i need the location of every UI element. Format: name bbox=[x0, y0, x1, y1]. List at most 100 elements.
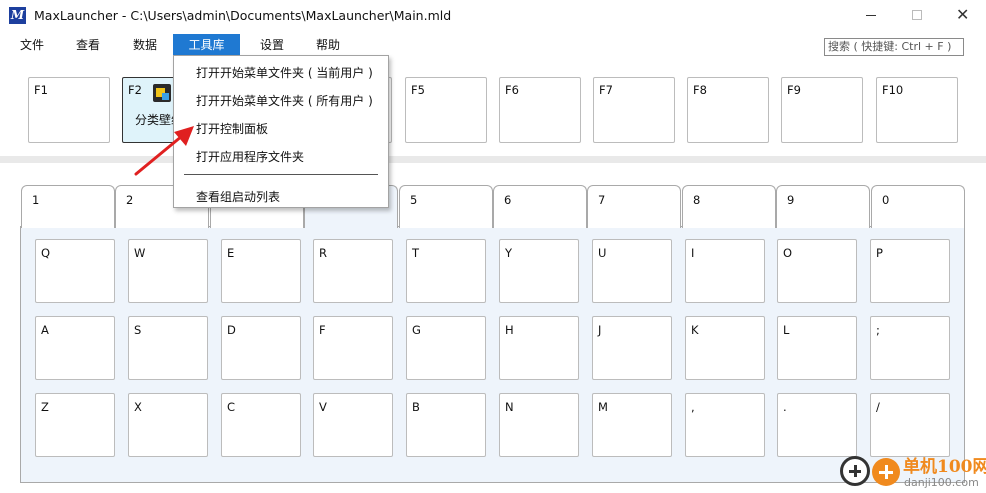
tab-5[interactable]: 5 bbox=[399, 185, 493, 228]
key-semicolon[interactable]: ; bbox=[870, 316, 950, 380]
tab-7[interactable]: 7 bbox=[587, 185, 681, 228]
key-m[interactable]: M bbox=[592, 393, 672, 457]
menu-view-group-startup-list[interactable]: 查看组启动列表 bbox=[196, 188, 280, 205]
fkey-f1[interactable]: F1 bbox=[28, 77, 110, 143]
key-label: F bbox=[319, 323, 326, 337]
fkey-f5[interactable]: F5 bbox=[405, 77, 487, 143]
fkey-f6[interactable]: F6 bbox=[499, 77, 581, 143]
menu-open-apps-folder[interactable]: 打开应用程序文件夹 bbox=[196, 148, 304, 165]
tab-6[interactable]: 6 bbox=[493, 185, 587, 228]
tab-label: 2 bbox=[126, 193, 134, 207]
key-u[interactable]: U bbox=[592, 239, 672, 303]
tab-label: 1 bbox=[32, 193, 40, 207]
annotation-arrow-icon bbox=[134, 126, 194, 176]
key-label: X bbox=[134, 400, 142, 414]
fkey-f10[interactable]: F10 bbox=[876, 77, 958, 143]
menu-open-control-panel[interactable]: 打开控制面板 bbox=[196, 120, 268, 137]
key-label: F6 bbox=[505, 83, 519, 97]
key-label: Q bbox=[41, 246, 51, 260]
maximize-button[interactable] bbox=[894, 0, 940, 30]
key-period[interactable]: . bbox=[777, 393, 857, 457]
menu-open-start-menu-all-users[interactable]: 打开开始菜单文件夹 ( 所有用户 ) bbox=[196, 92, 373, 109]
key-t[interactable]: T bbox=[406, 239, 486, 303]
key-comma[interactable]: , bbox=[685, 393, 765, 457]
tab-9[interactable]: 9 bbox=[776, 185, 870, 228]
key-slash[interactable]: / bbox=[870, 393, 950, 457]
key-i[interactable]: I bbox=[685, 239, 765, 303]
key-v[interactable]: V bbox=[313, 393, 393, 457]
key-label: F9 bbox=[787, 83, 801, 97]
search-input[interactable]: 搜索 ( 快捷键: Ctrl + F ) bbox=[824, 38, 964, 56]
key-label: U bbox=[598, 246, 607, 260]
key-label: G bbox=[412, 323, 421, 337]
key-label: / bbox=[876, 400, 880, 414]
key-label: Y bbox=[505, 246, 513, 260]
tab-label: 8 bbox=[693, 193, 701, 207]
key-w[interactable]: W bbox=[128, 239, 208, 303]
key-f[interactable]: F bbox=[313, 316, 393, 380]
wallpaper-app-icon bbox=[153, 84, 171, 102]
key-g[interactable]: G bbox=[406, 316, 486, 380]
key-z[interactable]: Z bbox=[35, 393, 115, 457]
tab-label: 0 bbox=[882, 193, 890, 207]
key-label: L bbox=[783, 323, 790, 337]
key-label: W bbox=[134, 246, 146, 260]
key-label: K bbox=[691, 323, 699, 337]
key-label: A bbox=[41, 323, 49, 337]
key-h[interactable]: H bbox=[499, 316, 579, 380]
menu-help[interactable]: 帮助 bbox=[308, 34, 348, 56]
watermark-plus-orange-icon bbox=[872, 458, 900, 486]
key-r[interactable]: R bbox=[313, 239, 393, 303]
key-label: D bbox=[227, 323, 236, 337]
watermark-plus-icon bbox=[840, 456, 870, 486]
menu-tools[interactable]: 工具库 bbox=[173, 34, 240, 56]
tab-1[interactable]: 1 bbox=[21, 185, 115, 228]
menu-file[interactable]: 文件 bbox=[12, 34, 52, 56]
key-j[interactable]: J bbox=[592, 316, 672, 380]
watermark-title: 单机100网 bbox=[903, 457, 986, 477]
key-y[interactable]: Y bbox=[499, 239, 579, 303]
key-label: Z bbox=[41, 400, 49, 414]
minimize-icon bbox=[866, 15, 876, 16]
key-label: S bbox=[134, 323, 142, 337]
tab-8[interactable]: 8 bbox=[682, 185, 776, 228]
key-p[interactable]: P bbox=[870, 239, 950, 303]
menu-bar: 文件 查看 数据 工具库 设置 帮助 搜索 ( 快捷键: Ctrl + F ) bbox=[0, 32, 986, 58]
tab-label: 5 bbox=[410, 193, 418, 207]
key-s[interactable]: S bbox=[128, 316, 208, 380]
key-label: M bbox=[598, 400, 608, 414]
tab-label: 9 bbox=[787, 193, 795, 207]
key-d[interactable]: D bbox=[221, 316, 301, 380]
menu-view[interactable]: 查看 bbox=[68, 34, 108, 56]
key-c[interactable]: C bbox=[221, 393, 301, 457]
key-b[interactable]: B bbox=[406, 393, 486, 457]
menu-open-start-menu-current-user[interactable]: 打开开始菜单文件夹 ( 当前用户 ) bbox=[196, 64, 373, 81]
menu-data[interactable]: 数据 bbox=[125, 34, 165, 56]
key-l[interactable]: L bbox=[777, 316, 857, 380]
key-label: N bbox=[505, 400, 514, 414]
fkey-f9[interactable]: F9 bbox=[781, 77, 863, 143]
key-e[interactable]: E bbox=[221, 239, 301, 303]
tab-label: 6 bbox=[504, 193, 512, 207]
key-o[interactable]: O bbox=[777, 239, 857, 303]
key-label: P bbox=[876, 246, 883, 260]
key-label: . bbox=[783, 400, 787, 414]
tab-0[interactable]: 0 bbox=[871, 185, 965, 228]
key-x[interactable]: X bbox=[128, 393, 208, 457]
fkey-f7[interactable]: F7 bbox=[593, 77, 675, 143]
key-label: F2 bbox=[128, 83, 142, 97]
key-k[interactable]: K bbox=[685, 316, 765, 380]
minimize-button[interactable] bbox=[848, 0, 894, 30]
key-q[interactable]: Q bbox=[35, 239, 115, 303]
key-label: R bbox=[319, 246, 327, 260]
key-label: C bbox=[227, 400, 236, 414]
key-label: T bbox=[412, 246, 420, 260]
key-label: F8 bbox=[693, 83, 707, 97]
fkey-f8[interactable]: F8 bbox=[687, 77, 769, 143]
key-n[interactable]: N bbox=[499, 393, 579, 457]
key-label: F5 bbox=[411, 83, 425, 97]
close-button[interactable]: ✕ bbox=[940, 0, 986, 30]
maximize-icon bbox=[912, 10, 922, 20]
key-a[interactable]: A bbox=[35, 316, 115, 380]
menu-settings[interactable]: 设置 bbox=[252, 34, 292, 56]
